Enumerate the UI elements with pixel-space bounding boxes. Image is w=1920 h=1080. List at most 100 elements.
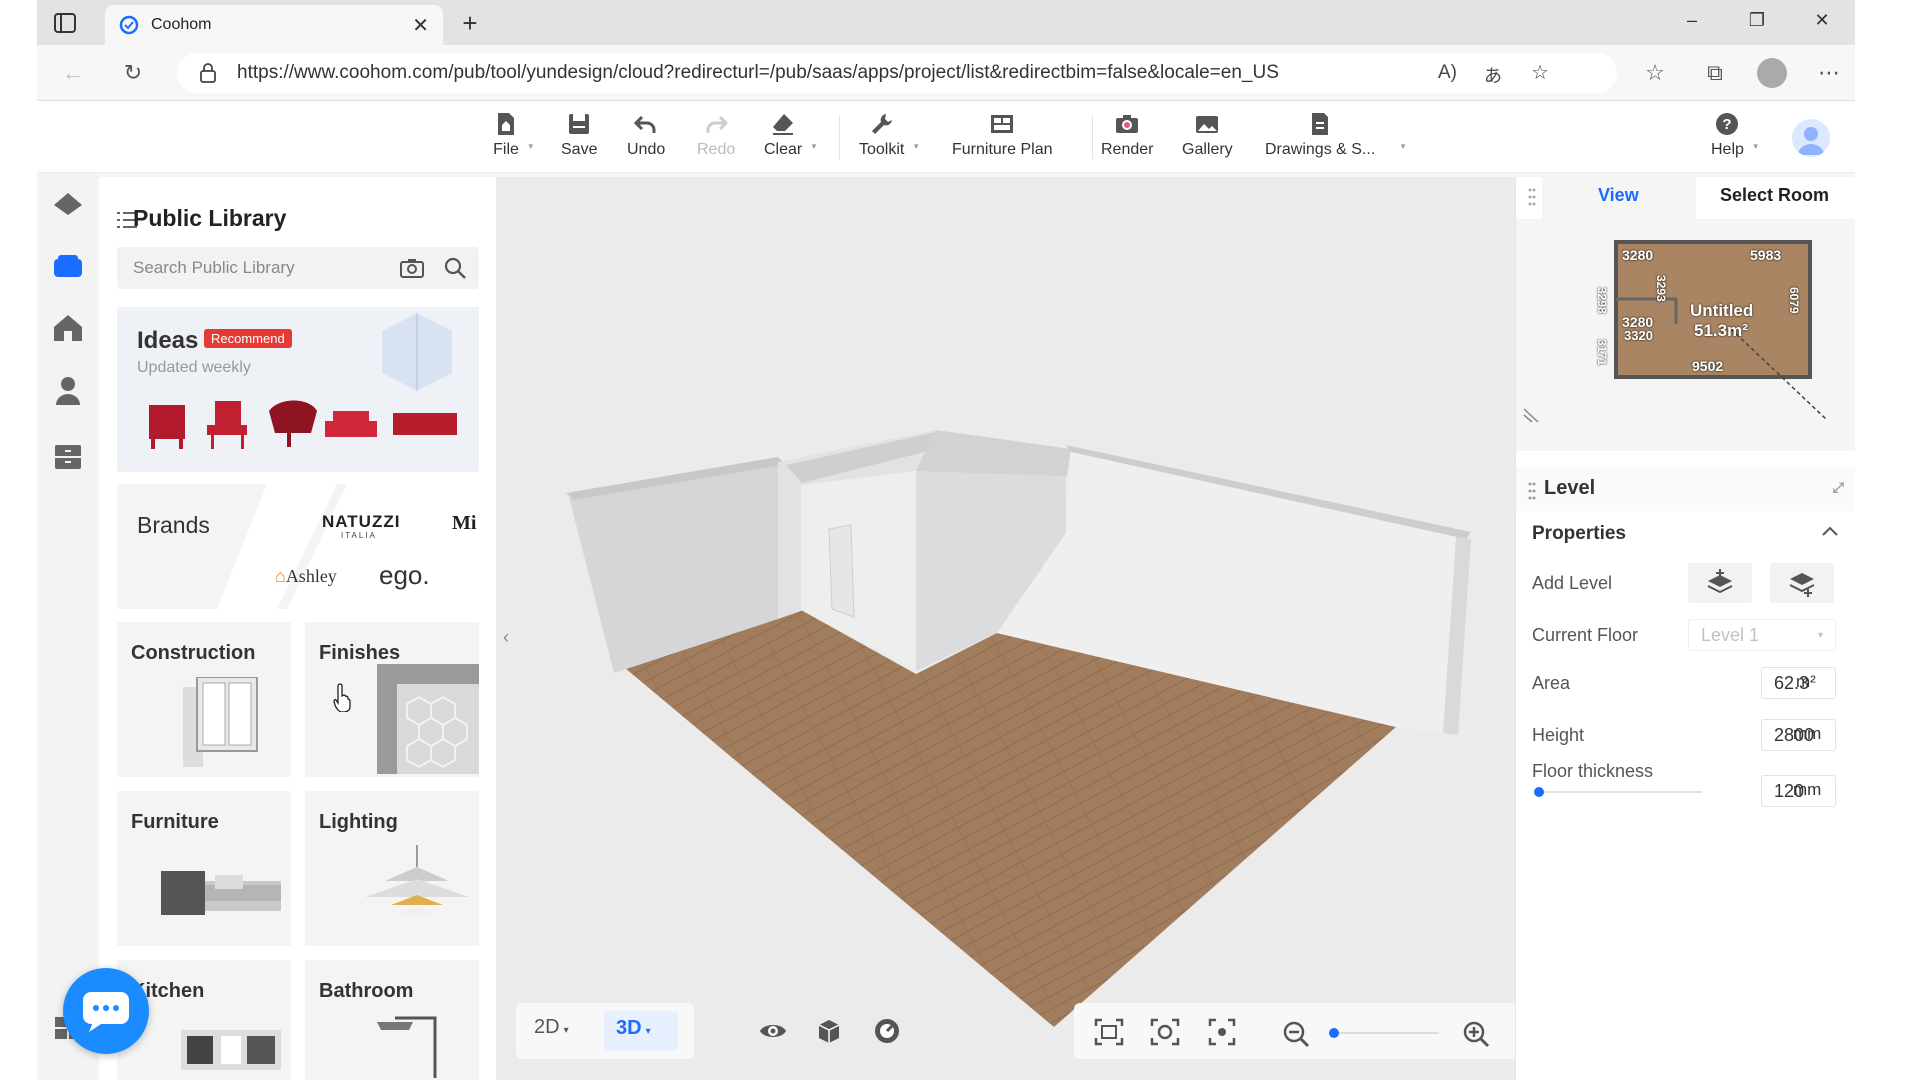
tab-actions-icon[interactable] xyxy=(53,12,77,34)
save-button[interactable]: Save xyxy=(561,111,597,159)
address-toolbar: ← ↻ https://www.coohom.com/pub/tool/yund… xyxy=(37,45,1855,101)
toolkit-label: Toolkit xyxy=(859,141,905,158)
search-placeholder: Search Public Library xyxy=(133,258,295,277)
category-lighting[interactable]: Lighting xyxy=(305,791,479,946)
clear-button[interactable]: Clear ▾ xyxy=(764,111,816,159)
render-label: Render xyxy=(1101,141,1154,158)
zoom-slider-track[interactable] xyxy=(1329,1028,1439,1038)
redo-button[interactable]: Redo xyxy=(697,111,735,159)
floor-minimap[interactable]: 3280 5983 3298 3280 3320 6079 3171 9502 … xyxy=(1516,219,1855,451)
tab-close-icon[interactable]: ✕ xyxy=(412,13,429,38)
drag-handle-icon[interactable] xyxy=(1528,187,1536,207)
gallery-button[interactable]: Gallery xyxy=(1182,111,1233,159)
undo-button[interactable]: Undo xyxy=(627,111,665,159)
minimize-button[interactable]: – xyxy=(1677,10,1707,36)
furniture-plan-button[interactable]: Furniture Plan xyxy=(952,111,1053,159)
close-window-button[interactable]: ✕ xyxy=(1807,10,1837,36)
cube-view-icon[interactable] xyxy=(815,1017,843,1045)
chevron-up-icon[interactable] xyxy=(1822,525,1838,537)
floorplan-icon[interactable] xyxy=(51,187,85,221)
focus-icon[interactable] xyxy=(1207,1017,1237,1047)
add-level-below-button[interactable] xyxy=(1770,563,1834,603)
dim-label-top-right: 5983 xyxy=(1750,247,1782,263)
cabinet-icon[interactable] xyxy=(51,439,85,473)
level-header: Level ⤢ xyxy=(1516,467,1855,511)
sofa-library-icon[interactable] xyxy=(51,249,85,283)
undo-label: Undo xyxy=(627,141,666,158)
dim-label-top-left: 3280 xyxy=(1622,247,1654,263)
current-floor-label: Current Floor xyxy=(1532,625,1639,645)
zoom-out-icon[interactable] xyxy=(1282,1020,1310,1048)
chat-support-button[interactable] xyxy=(63,968,149,1054)
browser-window: Coohom ✕ + – ❐ ✕ ← ↻ https://www.coohom.… xyxy=(37,0,1855,1080)
3d-viewport[interactable]: ‹ 2D ▾ 3D ▾ xyxy=(496,177,1546,1080)
more-menu-icon[interactable]: ⋯ xyxy=(1815,59,1843,87)
save-icon xyxy=(566,111,592,137)
tab-view[interactable]: View xyxy=(1598,185,1639,206)
zoom-slider-knob[interactable] xyxy=(1329,1028,1339,1038)
camera-search-icon[interactable] xyxy=(399,256,425,280)
properties-section: Properties Add Level Current Floor Level… xyxy=(1516,511,1855,1080)
reload-icon[interactable]: ↻ xyxy=(119,59,147,87)
ideas-card[interactable]: Ideas Recommend Updated weekly xyxy=(117,307,479,472)
floor-thickness-slider-knob[interactable] xyxy=(1534,787,1544,797)
current-floor-select[interactable]: Level 1 ▾ xyxy=(1688,619,1836,651)
file-caret-icon: ▾ xyxy=(528,141,533,151)
translate-icon[interactable]: あ xyxy=(1484,62,1502,88)
drawings-icon xyxy=(1307,111,1333,137)
level-title: Level xyxy=(1544,477,1596,499)
browser-tab[interactable]: Coohom ✕ xyxy=(105,5,443,45)
gauge-icon[interactable] xyxy=(873,1017,901,1045)
user-avatar-icon[interactable] xyxy=(1792,119,1830,157)
tab-title: Coohom xyxy=(151,16,212,33)
brand-mi-logo: Mi xyxy=(452,512,477,534)
layers-down-icon xyxy=(1789,573,1815,597)
new-tab-button[interactable]: + xyxy=(455,8,485,38)
back-arrow-icon[interactable]: ← xyxy=(59,59,87,87)
drawings-button[interactable]: Drawings & S... ▾ xyxy=(1265,111,1405,159)
level-drag-handle-icon[interactable] xyxy=(1528,481,1536,501)
category-construction[interactable]: Construction xyxy=(117,622,291,777)
expand-icon[interactable]: ⤢ xyxy=(1833,479,1844,496)
brands-card[interactable]: Brands NATUZZI ITALIA Mi ⌂Ashley ego. xyxy=(117,484,479,609)
favorite-add-icon[interactable]: ☆ xyxy=(1531,60,1549,85)
tab-select-room[interactable]: Select Room xyxy=(1720,185,1829,206)
tile-pattern-image xyxy=(377,664,479,774)
collections-icon[interactable]: ⧉ xyxy=(1701,59,1729,87)
mode-2d-button[interactable]: 2D ▾ xyxy=(534,1016,569,1039)
render-button[interactable]: Render xyxy=(1101,111,1153,159)
screen-margin-left xyxy=(0,0,37,1080)
add-level-above-button[interactable] xyxy=(1688,563,1752,603)
dim-label-left-lower: 3171 xyxy=(1595,339,1609,366)
natuzzi-italia-logo: ITALIA xyxy=(341,531,377,540)
toolkit-button[interactable]: Toolkit ▾ xyxy=(859,111,918,159)
search-icon[interactable] xyxy=(443,256,467,280)
user-profile-icon[interactable] xyxy=(51,373,85,407)
pendant-lamp-image xyxy=(355,845,479,925)
house-icon[interactable] xyxy=(51,311,85,345)
help-button[interactable]: ? Help ▾ xyxy=(1711,111,1758,159)
fit-screen-icon[interactable] xyxy=(1093,1017,1125,1047)
room-name-label: Untitled xyxy=(1690,301,1754,320)
favorites-icon[interactable]: ☆ xyxy=(1641,59,1669,87)
room-area-label: 51.3m² xyxy=(1694,321,1748,340)
category-finishes[interactable]: Finishes xyxy=(305,622,479,777)
category-bathroom[interactable]: Bathroom xyxy=(305,960,479,1080)
read-aloud-icon[interactable]: A) xyxy=(1438,62,1457,84)
finishes-label: Finishes xyxy=(319,642,401,664)
camera-settings-icon[interactable] xyxy=(1149,1017,1181,1047)
file-button[interactable]: File ▾ xyxy=(493,111,533,159)
profile-avatar-icon[interactable] xyxy=(1757,58,1787,88)
restore-button[interactable]: ❐ xyxy=(1742,10,1772,36)
mode-3d-button[interactable]: 3D ▾ xyxy=(604,1011,678,1051)
brands-title: Brands xyxy=(137,512,210,538)
floor-thickness-slider[interactable] xyxy=(1534,787,1702,797)
screen-margin-right xyxy=(1855,0,1920,1080)
library-search-input[interactable]: Search Public Library xyxy=(117,247,479,289)
url-bar[interactable]: https://www.coohom.com/pub/tool/yundesig… xyxy=(177,53,1617,93)
category-furniture[interactable]: Furniture xyxy=(117,791,291,946)
floor-thickness-unit: mm xyxy=(1793,780,1822,799)
eye-view-icon[interactable] xyxy=(759,1020,787,1042)
left-icon-rail xyxy=(37,173,99,1080)
zoom-in-icon[interactable] xyxy=(1462,1020,1490,1048)
